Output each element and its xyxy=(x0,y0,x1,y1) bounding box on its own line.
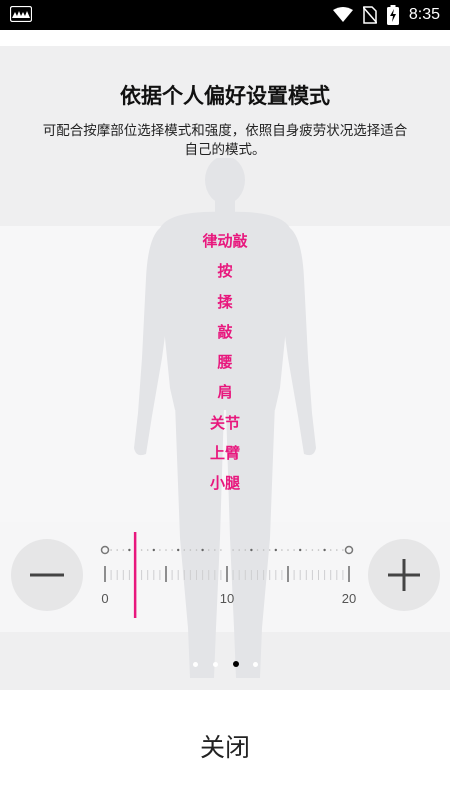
ruler-dot xyxy=(250,548,253,552)
page-dot xyxy=(212,662,218,667)
ruler-dot xyxy=(232,549,234,551)
ruler-ticks xyxy=(100,545,354,582)
ruler-dot xyxy=(195,549,198,551)
mode-list: 律动敲 按 揉 敲 腰 肩 关节 上臂 小腿 xyxy=(150,228,300,500)
ruler-dot xyxy=(336,549,338,551)
ruler-label-mid: 10 xyxy=(220,591,234,606)
ruler-dot xyxy=(122,549,125,551)
ruler-label-max: 20 xyxy=(342,591,356,606)
ruler-dot xyxy=(214,549,216,551)
ruler-dot xyxy=(262,549,265,551)
ruler-dot xyxy=(220,549,222,551)
page-title: 依据个人偏好设置模式 xyxy=(120,84,330,108)
ruler-dot xyxy=(128,548,131,552)
ruler-dot xyxy=(207,549,210,551)
increase-intensity-button[interactable] xyxy=(368,539,440,611)
ruler-dot xyxy=(171,549,173,551)
page-dot xyxy=(232,661,239,667)
ruler-dot xyxy=(201,548,204,552)
page-dot xyxy=(192,662,198,667)
mode-item-upper-arm[interactable]: 上臂 xyxy=(150,440,300,470)
ruler-dot xyxy=(146,549,149,551)
ruler-dot xyxy=(244,549,247,551)
status-time: 8:35 xyxy=(408,6,440,23)
ruler-dot xyxy=(238,549,240,551)
ruler-dot xyxy=(116,549,118,551)
wifi-icon xyxy=(332,7,353,22)
ruler-dot xyxy=(189,549,192,551)
ruler-dot xyxy=(281,549,283,551)
close-button[interactable]: 关闭 xyxy=(0,700,450,792)
ruler-dot xyxy=(177,548,180,552)
ruler-dot xyxy=(159,549,161,551)
mode-item-knead[interactable]: 揉 xyxy=(150,289,300,319)
ruler-label-min: 0 xyxy=(101,591,108,606)
ruler-dot xyxy=(342,549,344,551)
intensity-ruler[interactable]: 0 10 20 xyxy=(95,532,360,622)
mode-item-calf[interactable]: 小腿 xyxy=(150,470,300,500)
mode-item-shoulder[interactable]: 肩 xyxy=(150,379,300,409)
ruler-dot xyxy=(165,549,167,551)
ruler-dot xyxy=(256,549,259,551)
decrease-intensity-button[interactable] xyxy=(11,539,83,611)
no-sim-icon xyxy=(362,6,377,24)
ruler-dot xyxy=(305,549,308,551)
ruler-dot xyxy=(317,549,320,551)
intensity-indicator[interactable] xyxy=(133,532,137,618)
ruler-dot xyxy=(311,549,314,551)
ruler-dot xyxy=(183,549,186,551)
ruler-dot xyxy=(152,548,155,552)
ruler-end-marker xyxy=(344,545,354,555)
page-subtitle: 可配合按摩部位选择模式和强度，依照自身疲劳状况选择适合自己的模式。 xyxy=(42,123,408,158)
ruler-dot xyxy=(299,548,302,552)
page-indicator xyxy=(0,660,450,670)
ruler-dot xyxy=(140,549,143,551)
mode-item-rhythm-tap[interactable]: 律动敲 xyxy=(150,228,300,258)
plus-icon xyxy=(388,559,420,591)
ruler-dot xyxy=(293,549,295,551)
ruler-end-marker xyxy=(100,545,110,555)
mode-item-tap[interactable]: 敲 xyxy=(150,319,300,349)
mode-item-press[interactable]: 按 xyxy=(150,258,300,288)
ruler-dot xyxy=(274,548,277,552)
app-notification-icon xyxy=(10,6,32,22)
ruler-dot xyxy=(329,549,332,551)
ruler-dot xyxy=(323,548,326,552)
battery-charging-icon xyxy=(386,5,399,25)
mode-item-joint[interactable]: 关节 xyxy=(150,410,300,440)
ruler-dot xyxy=(110,549,112,551)
mode-item-waist[interactable]: 腰 xyxy=(150,349,300,379)
ruler-dot xyxy=(268,549,271,551)
page-dot xyxy=(252,662,258,667)
minus-icon xyxy=(30,573,64,577)
status-bar: 8:35 xyxy=(0,0,450,30)
ruler-dot xyxy=(287,549,289,551)
